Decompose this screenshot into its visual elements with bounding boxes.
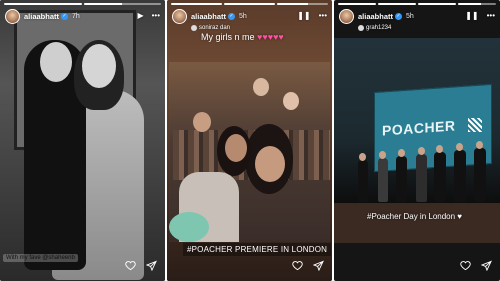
story-panel-1[interactable]: aliaabhatt ✓ 7h ▶ ••• With my fave @shah… bbox=[0, 0, 165, 281]
story-header: aliaabhatt ✓ 5h ❚❚ ••• bbox=[339, 8, 495, 24]
story-header: aliaabhatt ✓ 5h ❚❚ ••• bbox=[172, 8, 327, 24]
collab-avatar-icon bbox=[358, 25, 364, 31]
caption-text: #Poacher Day in London bbox=[367, 212, 456, 221]
story-progress-bar bbox=[4, 3, 161, 5]
play-icon[interactable]: ▶ bbox=[137, 12, 143, 20]
story-caption: #Poacher Day in London ♥ bbox=[367, 212, 462, 221]
story-progress-bar bbox=[171, 3, 328, 5]
hashtag-sticker[interactable]: #POACHER PREMIERE IN LONDON bbox=[183, 243, 332, 256]
send-icon[interactable] bbox=[312, 258, 324, 276]
avatar[interactable] bbox=[5, 8, 20, 24]
story-progress-bar bbox=[338, 3, 496, 5]
more-options-icon[interactable]: ••• bbox=[152, 12, 160, 20]
story-footer bbox=[292, 258, 324, 276]
heart-icon[interactable] bbox=[125, 258, 136, 276]
collab-username: grah1234 bbox=[366, 25, 392, 31]
username[interactable]: aliaabhatt bbox=[358, 12, 393, 21]
more-options-icon[interactable]: ••• bbox=[319, 12, 327, 20]
verified-badge-icon: ✓ bbox=[395, 12, 403, 20]
heart-emojis-icon: ♥♥♥♥♥ bbox=[257, 32, 284, 42]
collab-credit[interactable]: soniraz dan bbox=[191, 25, 230, 31]
more-options-icon[interactable]: ••• bbox=[487, 12, 495, 20]
story-panel-3[interactable]: POACHER aliaabhatt ✓ 5h ❚❚ ••• grah1234 … bbox=[334, 0, 500, 281]
collab-avatar-icon bbox=[191, 25, 197, 31]
avatar[interactable] bbox=[172, 8, 187, 24]
pause-icon[interactable]: ❚❚ bbox=[297, 12, 310, 20]
timestamp: 5h bbox=[406, 12, 414, 20]
send-icon[interactable] bbox=[480, 258, 492, 276]
story-title-text: My girls n me bbox=[201, 32, 255, 42]
verified-badge-icon: ✓ bbox=[61, 12, 69, 20]
story-header: aliaabhatt ✓ 7h ▶ ••• bbox=[5, 8, 160, 24]
story-photo: POACHER bbox=[334, 38, 500, 243]
story-footer bbox=[460, 258, 492, 276]
avatar[interactable] bbox=[339, 8, 354, 24]
qr-code-icon bbox=[468, 118, 482, 132]
heart-icon[interactable] bbox=[460, 258, 471, 276]
collab-username: soniraz dan bbox=[199, 25, 231, 31]
heart-emoji-icon: ♥ bbox=[457, 212, 463, 221]
pause-icon[interactable]: ❚❚ bbox=[465, 12, 478, 20]
username[interactable]: aliaabhatt bbox=[24, 12, 59, 21]
story-footer bbox=[125, 258, 157, 276]
instagram-stories-collage: aliaabhatt ✓ 7h ▶ ••• With my fave @shah… bbox=[0, 0, 500, 281]
timestamp: 5h bbox=[239, 12, 247, 20]
collab-credit[interactable]: grah1234 bbox=[358, 25, 391, 31]
verified-badge-icon: ✓ bbox=[228, 12, 236, 20]
story-photo bbox=[0, 0, 165, 281]
story-text-sticker: My girls n me ♥♥♥♥♥ bbox=[201, 32, 284, 42]
send-icon[interactable] bbox=[145, 258, 157, 276]
story-panel-2[interactable]: aliaabhatt ✓ 5h ❚❚ ••• soniraz dan My gi… bbox=[167, 0, 332, 281]
story-photo bbox=[169, 62, 330, 242]
username[interactable]: aliaabhatt bbox=[191, 12, 226, 21]
story-caption: With my fave @shaheenb bbox=[3, 254, 78, 262]
heart-icon[interactable] bbox=[292, 258, 303, 276]
timestamp: 7h bbox=[72, 12, 80, 20]
